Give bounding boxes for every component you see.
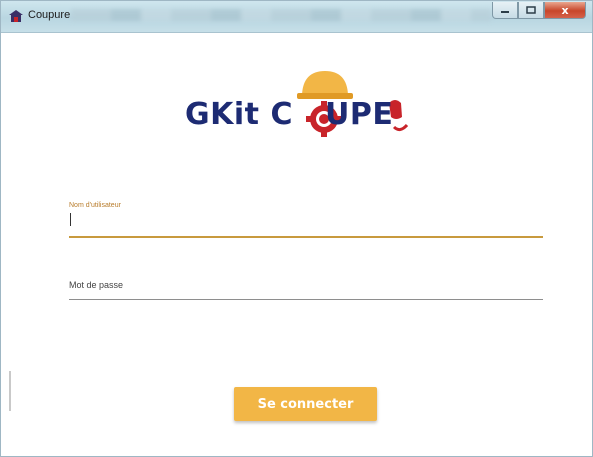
maximize-icon[interactable]	[518, 2, 544, 19]
logo-text: GKit C UPE	[185, 97, 394, 132]
password-field[interactable]: Mot de passe	[69, 277, 551, 300]
window-title: Coupure	[28, 9, 71, 21]
username-label: Nom d'utilisateur	[69, 202, 121, 209]
username-input[interactable]	[69, 210, 551, 232]
minimize-icon[interactable]	[492, 2, 518, 19]
title-bar-background	[71, 9, 491, 21]
login-window: Coupure x GKit C UPE Nom d'utilisateur M…	[0, 0, 593, 457]
house-icon	[9, 10, 23, 22]
window-edge-marker	[9, 371, 11, 411]
app-logo: GKit C UPE	[181, 69, 431, 139]
login-button[interactable]: Se connecter	[234, 387, 377, 421]
title-bar[interactable]: Coupure x	[1, 1, 592, 33]
username-field[interactable]: Nom d'utilisateur	[69, 202, 551, 238]
close-icon[interactable]: x	[544, 2, 586, 19]
window-controls: x	[492, 2, 586, 19]
password-input[interactable]	[69, 277, 551, 299]
